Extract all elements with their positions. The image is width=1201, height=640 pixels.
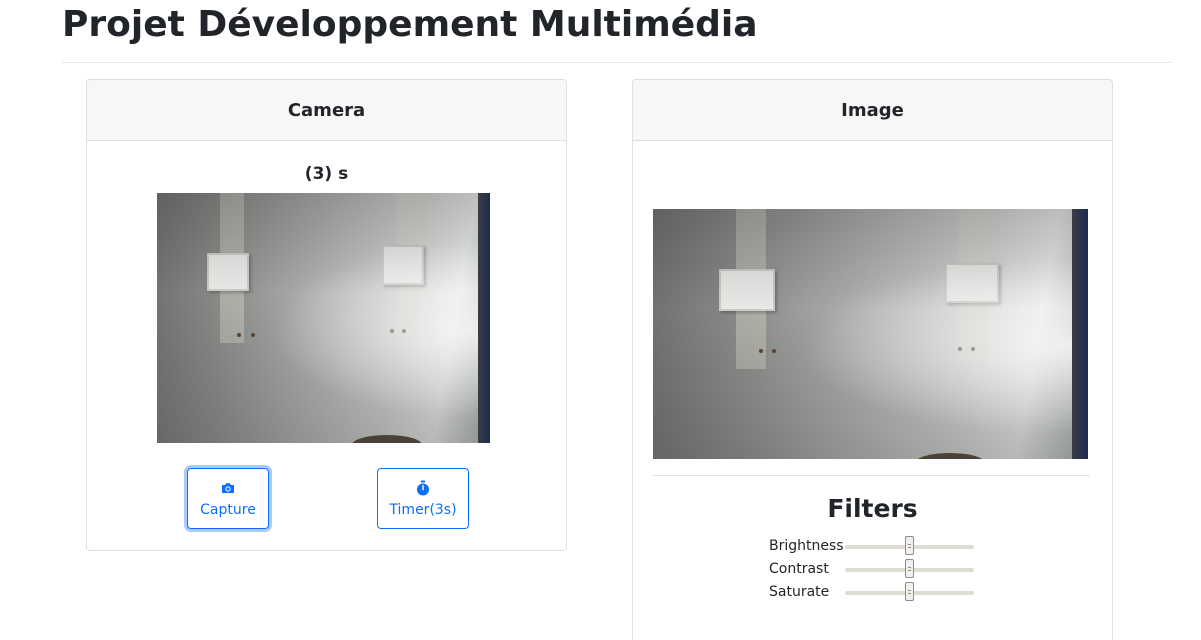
brightness-filter: Brightness [769, 536, 989, 558]
filters-divider [653, 475, 1090, 476]
filters-heading: Filters [827, 494, 918, 523]
brightness-slider-thumb[interactable] [904, 536, 914, 555]
saturate-slider-thumb[interactable] [904, 582, 914, 601]
brightness-slider[interactable] [845, 536, 974, 555]
camera-icon [222, 482, 234, 493]
contrast-slider-thumb[interactable] [904, 559, 914, 578]
contrast-label: Contrast [769, 561, 829, 577]
saturate-filter: Saturate [769, 582, 989, 604]
countdown-label: (3) s [304, 164, 349, 184]
saturate-slider[interactable] [845, 582, 974, 601]
camera-card-header: Camera [87, 80, 566, 141]
capture-button-label: Capture [200, 501, 256, 518]
stopwatch-icon [417, 480, 429, 495]
image-card: Image Filters Brightness Contrast Satura… [632, 79, 1113, 640]
contrast-filter: Contrast [769, 559, 989, 581]
timer-button[interactable]: Timer(3s) [377, 468, 469, 529]
contrast-slider[interactable] [845, 559, 974, 578]
saturate-label: Saturate [769, 584, 830, 600]
timer-button-label: Timer(3s) [389, 501, 457, 518]
title-divider [62, 62, 1172, 63]
camera-card: Camera (3) s Capture Timer(3s) [86, 79, 567, 551]
image-card-header: Image [633, 80, 1112, 141]
capture-button[interactable]: Capture [187, 468, 269, 529]
captured-image [653, 209, 1088, 459]
page-title: Projet Développement Multimédia [62, 4, 758, 45]
camera-video-feed [157, 193, 490, 443]
brightness-label: Brightness [769, 538, 844, 554]
